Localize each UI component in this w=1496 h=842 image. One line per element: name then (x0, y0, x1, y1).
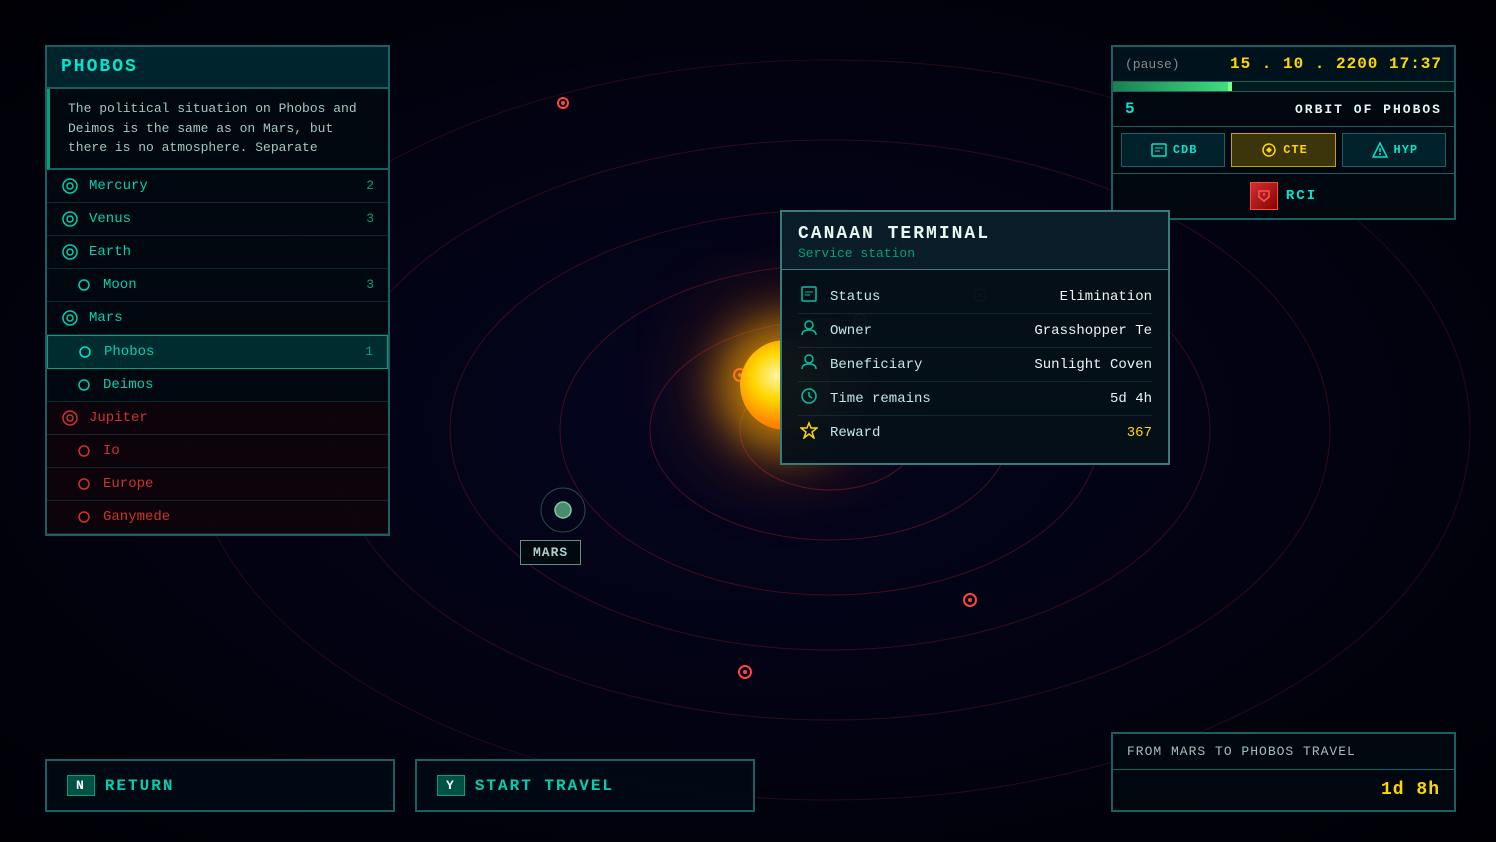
planet-list: Mercury 2 Venus 3 Earth Moon 3 (47, 170, 388, 534)
phobos-count: 1 (365, 344, 373, 359)
cdb-button[interactable]: CDB (1121, 133, 1225, 167)
terminal-title: CANAAN TERMINAL (798, 224, 1152, 244)
owner-icon (798, 319, 820, 342)
rci-icon (1250, 182, 1278, 210)
terminal-header: CANAAN TERMINAL Service station (782, 212, 1168, 270)
sidebar-item-earth[interactable]: Earth (47, 236, 388, 269)
sidebar-item-europe[interactable]: Europe (47, 468, 388, 501)
venus-name: Venus (89, 211, 366, 227)
hud-time-bar: (pause) 15 . 10 . 2200 17:37 (1113, 47, 1454, 82)
pause-label: (pause) (1125, 57, 1180, 72)
reward-value: 367 (1127, 425, 1152, 441)
beneficiary-icon (798, 353, 820, 376)
mercury-name: Mercury (89, 178, 366, 194)
sidebar-item-deimos[interactable]: Deimos (47, 369, 388, 402)
europe-icon (75, 475, 93, 493)
cdb-icon (1149, 140, 1169, 160)
terminal-row-time: Time remains 5d 4h (798, 382, 1152, 416)
phobos-name: Phobos (104, 344, 365, 360)
rci-label: RCI (1286, 188, 1317, 204)
sidebar-item-venus[interactable]: Venus 3 (47, 203, 388, 236)
deimos-icon (75, 376, 93, 394)
terminal-row-beneficiary: Beneficiary Sunlight Coven (798, 348, 1152, 382)
reward-key: Reward (830, 425, 1127, 441)
terminal-popup: CANAAN TERMINAL Service station Status E… (780, 210, 1170, 465)
phobos-icon (76, 343, 94, 361)
status-icon (798, 285, 820, 308)
cte-button[interactable]: CTE (1231, 133, 1335, 167)
cte-icon (1259, 140, 1279, 160)
sidebar-item-mercury[interactable]: Mercury 2 (47, 170, 388, 203)
panel-description: The political situation on Phobos and De… (47, 89, 388, 170)
panel-title: PHOBOS (61, 57, 374, 77)
sidebar-item-phobos[interactable]: Phobos 1 (47, 335, 388, 369)
owner-value: Grasshopper Te (1034, 323, 1152, 339)
sidebar-item-jupiter[interactable]: Jupiter (47, 402, 388, 435)
venus-icon (61, 210, 79, 228)
jupiter-name: Jupiter (89, 410, 374, 426)
ganymede-icon (75, 508, 93, 526)
beneficiary-key: Beneficiary (830, 357, 1034, 373)
mars-icon (61, 309, 79, 327)
jupiter-icon (61, 409, 79, 427)
travel-from-to: FROM MARS TO PHOBOS TRAVEL (1113, 734, 1454, 770)
return-label: RETURN (105, 777, 175, 795)
beneficiary-value: Sunlight Coven (1034, 357, 1152, 373)
sidebar-item-mars[interactable]: Mars (47, 302, 388, 335)
sidebar-item-io[interactable]: Io (47, 435, 388, 468)
earth-name: Earth (89, 244, 374, 260)
europe-name: Europe (103, 476, 374, 492)
status-value: Elimination (1060, 289, 1152, 305)
cdb-label: CDB (1173, 143, 1198, 157)
terminal-row-reward: Reward 367 (798, 416, 1152, 449)
time-value: 5d 4h (1110, 391, 1152, 407)
moon-icon (75, 276, 93, 294)
hud-location-num: 5 (1125, 100, 1135, 118)
hud-buttons: CDB CTE HYP (1113, 127, 1454, 174)
hyp-button[interactable]: HYP (1342, 133, 1446, 167)
cte-label: CTE (1283, 143, 1308, 157)
venus-count: 3 (366, 211, 374, 226)
hud-datetime: 15 . 10 . 2200 17:37 (1230, 55, 1442, 73)
mars-name: Mars (89, 310, 374, 326)
status-key: Status (830, 289, 1060, 305)
mars-label[interactable]: MARS (520, 540, 581, 565)
travel-key: Y (437, 775, 465, 796)
hyp-icon (1370, 140, 1390, 160)
hyp-label: HYP (1394, 143, 1419, 157)
top-right-hud: (pause) 15 . 10 . 2200 17:37 5 ORBIT OF … (1111, 45, 1456, 220)
hud-progress-bar (1113, 82, 1454, 92)
return-button[interactable]: N RETURN (45, 759, 395, 812)
mercury-count: 2 (366, 178, 374, 193)
sidebar-item-moon[interactable]: Moon 3 (47, 269, 388, 302)
io-icon (75, 442, 93, 460)
mercury-icon (61, 177, 79, 195)
travel-label: START TRAVEL (475, 777, 614, 795)
hud-location-text: ORBIT OF PHOBOS (1151, 102, 1442, 117)
return-key: N (67, 775, 95, 796)
left-panel: PHOBOS The political situation on Phobos… (45, 45, 390, 536)
moon-count: 3 (366, 277, 374, 292)
owner-key: Owner (830, 323, 1034, 339)
terminal-row-status: Status Elimination (798, 280, 1152, 314)
moon-name: Moon (103, 277, 366, 293)
travel-button[interactable]: Y START TRAVEL (415, 759, 755, 812)
deimos-name: Deimos (103, 377, 374, 393)
ganymede-name: Ganymede (103, 509, 374, 525)
hud-progress-fill (1113, 82, 1232, 91)
hud-location-bar: 5 ORBIT OF PHOBOS (1113, 92, 1454, 127)
travel-info: FROM MARS TO PHOBOS TRAVEL 1d 8h (1111, 732, 1456, 812)
earth-icon (61, 243, 79, 261)
time-icon (798, 387, 820, 410)
panel-title-bar: PHOBOS (47, 47, 388, 89)
terminal-row-owner: Owner Grasshopper Te (798, 314, 1152, 348)
terminal-body: Status Elimination Owner Grasshopper Te … (782, 270, 1168, 463)
reward-icon (798, 421, 820, 444)
terminal-subtitle: Service station (798, 246, 1152, 261)
mars-label-text: MARS (533, 545, 568, 560)
travel-duration: 1d 8h (1113, 770, 1454, 810)
io-name: Io (103, 443, 374, 459)
time-key: Time remains (830, 391, 1110, 407)
sidebar-item-ganymede[interactable]: Ganymede (47, 501, 388, 534)
